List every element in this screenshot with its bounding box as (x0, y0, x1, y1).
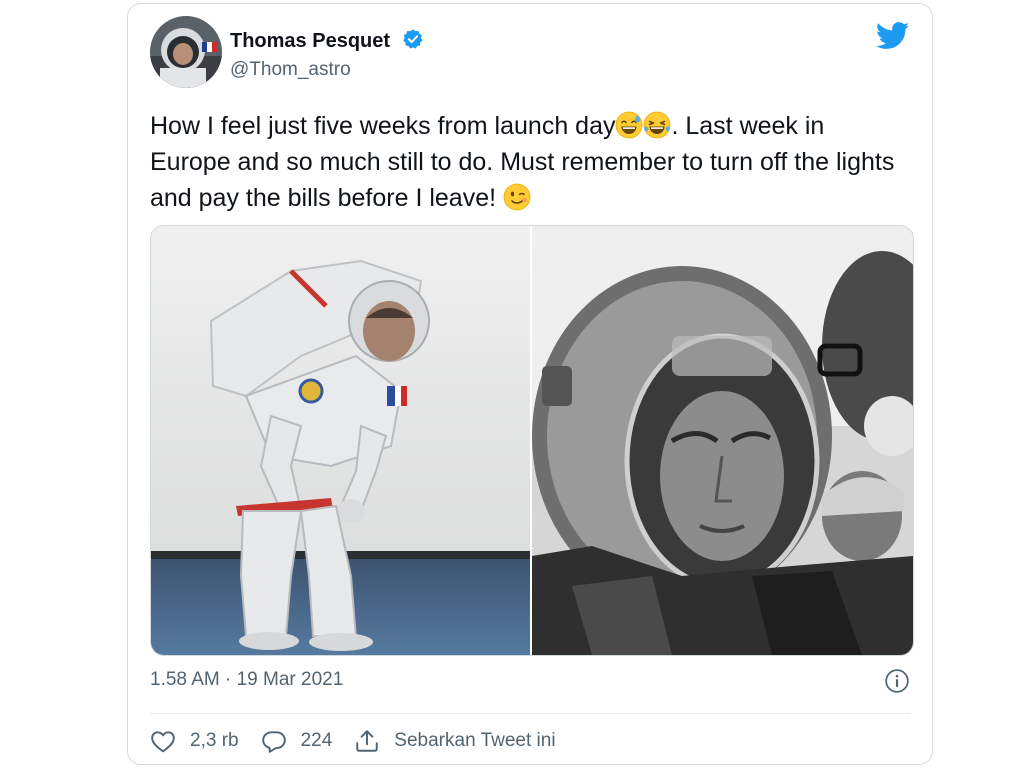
tweet-actions-bar: 2,3 rb 224 Sebarkan Tweet ini (150, 726, 578, 756)
author-handle[interactable]: @Thom_astro (230, 58, 351, 82)
tweet-card[interactable]: Thomas Pesquet @Thom_astro How I feel ju… (127, 3, 933, 765)
tears-of-joy-emoji-icon (643, 111, 671, 139)
avatar[interactable] (150, 16, 222, 88)
share-tweet-label: Sebarkan Tweet ini (394, 730, 556, 751)
author-display-name[interactable]: Thomas Pesquet (230, 30, 390, 52)
heart-icon (151, 731, 175, 753)
like-count: 2,3 rb (190, 730, 239, 751)
share-icon (356, 730, 379, 752)
reply-button[interactable]: 224 (261, 729, 333, 753)
winking-face-emoji-icon (503, 183, 531, 211)
reply-count: 224 (300, 730, 333, 751)
tweet-text: How I feel just five weeks from launch d… (150, 108, 910, 216)
tweet-timestamp[interactable]: 1.58 AM · 19 Mar 2021 (150, 668, 343, 692)
divider (150, 713, 910, 714)
verified-badge-icon (402, 28, 424, 57)
astronaut-bent-over-photo[interactable] (151, 226, 532, 655)
twitter-bird-icon[interactable] (875, 22, 910, 55)
like-button[interactable]: 2,3 rb (150, 729, 239, 753)
tweet-media-grid (150, 225, 914, 656)
share-tweet-button[interactable]: Sebarkan Tweet ini (354, 728, 556, 754)
reply-icon (261, 731, 286, 753)
author-name-row[interactable]: Thomas Pesquet (230, 28, 424, 57)
info-icon[interactable] (884, 668, 910, 699)
astronaut-helmet-closeup-photo[interactable] (532, 226, 913, 655)
tweet-text-part-1: How I feel just five weeks from launch d… (150, 112, 616, 140)
sweat-smile-emoji-icon (615, 111, 643, 139)
